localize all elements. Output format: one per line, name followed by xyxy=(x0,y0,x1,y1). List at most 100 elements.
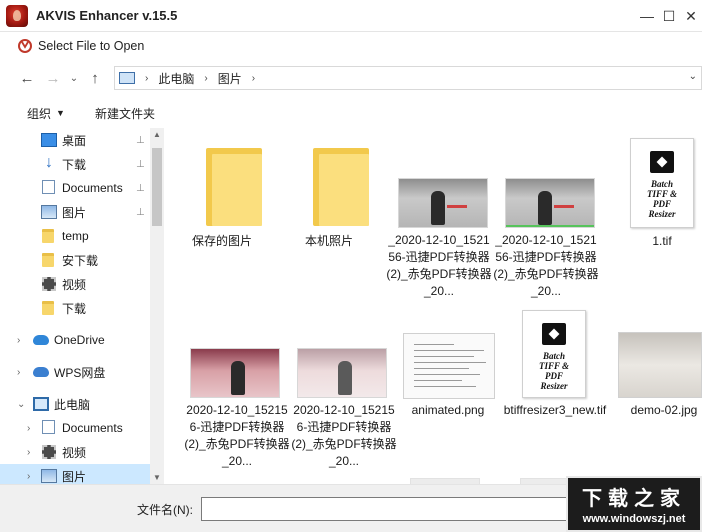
pictures-icon xyxy=(41,205,57,219)
file-item-image[interactable]: 2020-12-10_152156-迅捷PDF转换器 (2)_赤兔PDF转换器_… xyxy=(290,298,398,478)
tif-cover-text: PDF xyxy=(545,371,563,381)
scroll-down-icon[interactable]: ▼ xyxy=(153,473,161,482)
sidebar-item-pc-videos[interactable]: › 视频 xyxy=(0,440,150,464)
image-thumbnail xyxy=(297,348,387,398)
watermark-url: www.windowszj.net xyxy=(582,513,686,525)
sidebar-item-documents[interactable]: Documents ⊥ xyxy=(0,176,150,200)
close-button[interactable]: ✕ xyxy=(680,0,702,32)
dialog-title: Select File to Open xyxy=(38,39,145,53)
folder-icon xyxy=(313,148,369,226)
sidebar-item-onedrive[interactable]: › OneDrive xyxy=(0,328,150,352)
chevron-right-icon[interactable]: › xyxy=(17,367,20,378)
back-button[interactable]: ← xyxy=(14,65,40,91)
sidebar-item-pc-documents[interactable]: › Documents xyxy=(0,416,150,440)
toolbar: 组织 ▼ 新建文件夹 xyxy=(0,98,702,128)
file-item-tif[interactable]: Batch TIFF & PDF Resizer btiffresizer3_n… xyxy=(501,298,609,448)
file-item-image[interactable]: 2020-12-10_152156-迅捷PDF转换器 (2)_赤兔PDF转换器_… xyxy=(183,298,291,478)
breadcrumb-separator[interactable]: › xyxy=(252,73,255,84)
file-item-tif[interactable]: Batch TIFF & PDF Resizer 1.tif xyxy=(608,128,702,258)
file-name: 保存的图片 xyxy=(191,234,252,248)
folder-icon xyxy=(42,229,54,243)
sidebar-item-xiazai-folder[interactable]: 下载 xyxy=(0,296,150,320)
dialog-titlebar: Select File to Open xyxy=(0,33,702,59)
download-icon: ↓ xyxy=(45,154,53,171)
new-folder-button[interactable]: 新建文件夹 xyxy=(95,105,155,122)
file-name: 本机照片 xyxy=(304,234,353,248)
file-name: animated.png xyxy=(411,403,485,417)
sidebar-item-label: temp xyxy=(62,229,89,243)
maximize-button[interactable]: ☐ xyxy=(658,0,680,32)
address-dropdown-button[interactable]: ⌄ xyxy=(689,71,697,82)
address-bar[interactable]: › 此电脑 › 图片 › ⌄ xyxy=(114,66,702,90)
scroll-up-icon[interactable]: ▲ xyxy=(153,130,161,139)
tif-cover-text: TIFF & xyxy=(538,361,570,371)
image-thumbnail xyxy=(403,333,495,399)
sidebar-item-videos[interactable]: 视频 xyxy=(0,272,150,296)
image-thumbnail xyxy=(505,178,595,228)
file-item-image[interactable]: _2020-12-10_152156-迅捷PDF转换器 (2)_赤兔PDF转换器… xyxy=(385,128,493,308)
recent-locations-button[interactable]: ⌄ xyxy=(66,65,82,91)
sidebar-item-label: OneDrive xyxy=(54,333,105,347)
minimize-button[interactable]: — xyxy=(636,0,658,32)
image-thumbnail xyxy=(618,332,702,398)
chevron-right-icon[interactable]: › xyxy=(27,423,30,434)
breadcrumb-this-pc[interactable]: 此电脑 xyxy=(158,70,194,87)
chevron-right-icon[interactable]: › xyxy=(27,447,30,458)
sidebar-item-label: 安下载 xyxy=(62,253,99,268)
filename-input[interactable] xyxy=(201,497,621,521)
file-item-folder[interactable]: 保存的图片 xyxy=(168,128,276,278)
navigation-row: ← → ⌄ ↑ › 此电脑 › 图片 › ⌄ xyxy=(0,62,702,94)
sidebar-item-label: Documents xyxy=(62,421,123,435)
documents-icon xyxy=(42,420,55,434)
app-titlebar: AKVIS Enhancer v.15.5 — ☐ ✕ xyxy=(0,0,702,32)
file-name: 2020-12-10_152156-迅捷PDF转换器 (2)_赤兔PDF转换器_… xyxy=(291,403,397,468)
folder-icon xyxy=(206,148,262,226)
watermark-title: 下载之家 xyxy=(582,486,686,510)
forward-button[interactable]: → xyxy=(40,65,66,91)
app-title: AKVIS Enhancer v.15.5 xyxy=(36,8,178,23)
onedrive-icon xyxy=(33,335,49,345)
organize-button[interactable]: 组织 ▼ xyxy=(27,105,65,122)
breadcrumb-pictures[interactable]: 图片 xyxy=(218,70,242,87)
computer-icon xyxy=(33,397,49,411)
tif-cover-text: Resizer xyxy=(648,209,676,219)
sidebar-item-desktop[interactable]: 桌面 ⊥ xyxy=(0,128,150,152)
file-item-image[interactable]: _2020-12-10_152156-迅捷PDF转换器 (2)_赤兔PDF转换器… xyxy=(492,128,600,308)
pin-icon: ⊥ xyxy=(136,134,145,146)
desktop-icon xyxy=(41,133,57,147)
sidebar-item-wps-cloud[interactable]: › WPS网盘 xyxy=(0,360,150,384)
pin-icon: ⊥ xyxy=(136,206,145,218)
file-item-folder[interactable]: 本机照片 xyxy=(275,128,383,278)
video-icon xyxy=(42,445,56,459)
sidebar-item-temp[interactable]: temp xyxy=(0,224,150,248)
file-item-image[interactable]: animated.png xyxy=(394,298,502,428)
scrollbar-thumb[interactable] xyxy=(152,148,162,226)
sidebar-item-label: 图片 xyxy=(62,469,87,484)
akvis-dialog-icon xyxy=(18,39,32,53)
chevron-down-icon[interactable]: ⌄ xyxy=(17,399,25,410)
sidebar-item-this-pc[interactable]: ⌄ 此电脑 xyxy=(0,392,150,416)
file-name: demo-02.jpg xyxy=(630,403,698,417)
up-button[interactable]: ↑ xyxy=(82,65,108,91)
file-name: _2020-12-10_152156-迅捷PDF转换器 (2)_赤兔PDF转换器… xyxy=(386,233,492,298)
tif-thumbnail: Batch TIFF & PDF Resizer xyxy=(630,138,694,228)
sidebar-item-label: WPS网盘 xyxy=(54,365,106,380)
sidebar-item-pc-pictures[interactable]: › 图片 xyxy=(0,464,150,484)
navigation-pane: 桌面 ⊥ ↓ 下载 ⊥ Documents ⊥ 图片 ⊥ temp 安下载 视频… xyxy=(0,128,164,484)
image-thumbnail xyxy=(398,178,488,228)
sidebar-item-anxiazai[interactable]: 安下载 xyxy=(0,248,150,272)
pictures-icon xyxy=(41,469,57,483)
file-name: 1.tif xyxy=(652,234,672,248)
breadcrumb-separator: › xyxy=(204,72,208,84)
sidebar-scrollbar[interactable]: ▲ ▼ xyxy=(150,128,164,484)
tif-cover-text: Batch xyxy=(542,351,565,361)
filename-label: 文件名(N): xyxy=(137,503,193,517)
sidebar-item-pictures[interactable]: 图片 ⊥ xyxy=(0,200,150,224)
chevron-right-icon[interactable]: › xyxy=(17,335,20,346)
sidebar-item-downloads[interactable]: ↓ 下载 ⊥ xyxy=(0,152,150,176)
chevron-right-icon[interactable]: › xyxy=(27,471,30,482)
folder-icon xyxy=(42,253,54,267)
sidebar-item-label: 视频 xyxy=(62,277,87,292)
file-name: _2020-12-10_152156-迅捷PDF转换器 (2)_赤兔PDF转换器… xyxy=(493,233,599,298)
file-item-image[interactable]: demo-02.jpg xyxy=(610,298,702,428)
